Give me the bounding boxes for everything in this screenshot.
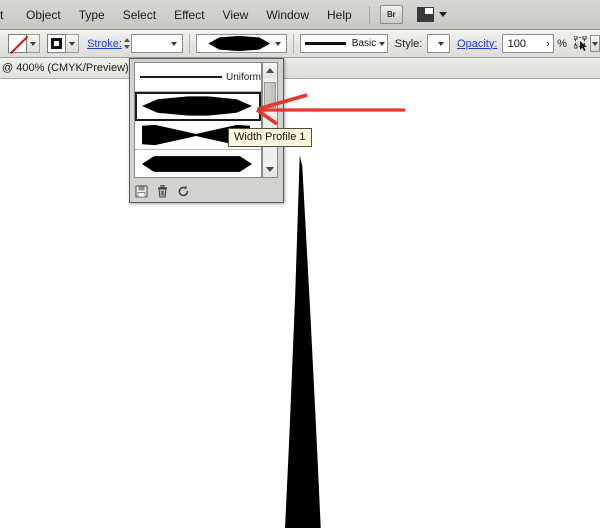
save-disk-icon[interactable]: [135, 185, 148, 198]
chevron-up-icon: [266, 68, 274, 73]
width-profile-label: Uniform: [225, 71, 261, 83]
width-profile-scrollbar[interactable]: [262, 62, 278, 178]
scrollbar-down-button[interactable]: [263, 162, 277, 177]
flat-hex-profile-icon: [142, 156, 252, 172]
control-divider-2: [293, 33, 295, 54]
arrange-documents-button[interactable]: [416, 7, 447, 22]
menu-help[interactable]: Help: [318, 1, 361, 29]
stroke-dropdown-button[interactable]: [65, 34, 79, 53]
chevron-down-icon: [591, 41, 598, 46]
graphic-style-dropdown[interactable]: [426, 34, 450, 53]
scrollbar-thumb[interactable]: [264, 82, 276, 108]
opacity-flyout-arrow[interactable]: ›: [546, 38, 550, 50]
stroke-weight-field[interactable]: [131, 34, 184, 53]
width-profile-row-1[interactable]: [135, 92, 261, 121]
menu-object[interactable]: Object: [17, 1, 70, 29]
menu-select[interactable]: Select: [114, 1, 165, 29]
chevron-down-icon: [378, 41, 385, 46]
stepper-down-icon: [123, 45, 130, 49]
stroke-swatch-inner: [50, 38, 62, 49]
chevron-down-icon: [438, 12, 447, 17]
width-profile-dropdown[interactable]: [196, 34, 288, 53]
chevron-down-icon: [30, 41, 36, 46]
width-profile-row-uniform[interactable]: Uniform: [135, 63, 261, 92]
document-tab-bar: @ 400% (CMYK/Preview) ✕: [0, 58, 600, 79]
opacity-value[interactable]: 100: [503, 38, 547, 50]
stroke-control[interactable]: [46, 34, 79, 53]
stroke-swatch[interactable]: [46, 34, 66, 53]
fill-dropdown-button[interactable]: [27, 34, 40, 53]
opacity-field[interactable]: 100 ›: [501, 34, 554, 53]
chevron-down-icon: [68, 41, 75, 46]
menu-view[interactable]: View: [214, 1, 258, 29]
document-tab-title: @ 400% (CMYK/Preview): [2, 62, 129, 74]
width-profile-preview-icon: [208, 35, 271, 52]
fill-control[interactable]: [8, 34, 40, 53]
control-bar: Stroke: Basic Style: Opacity: 100 › %: [0, 30, 600, 58]
document-tab[interactable]: @ 400% (CMYK/Preview) ✕: [0, 58, 150, 78]
transform-anchor-icon[interactable]: [573, 34, 590, 53]
menu-bar: t Object Type Select Effect View Window …: [0, 0, 600, 30]
graphic-style-dropdown-button[interactable]: [433, 35, 449, 52]
width-profile-panel-footer: [135, 185, 190, 198]
arrange-documents-icon: [416, 7, 434, 22]
width-profile-dropdown-button[interactable]: [270, 35, 286, 52]
fill-swatch[interactable]: [8, 34, 27, 53]
scrollbar-up-button[interactable]: [263, 63, 277, 78]
menu-window[interactable]: Window: [257, 1, 318, 29]
opacity-label[interactable]: Opacity:: [457, 38, 497, 50]
uniform-profile-icon: [140, 76, 222, 78]
brush-definition-dropdown-button[interactable]: [376, 35, 387, 52]
reset-refresh-icon[interactable]: [177, 185, 190, 198]
trash-icon[interactable]: [156, 185, 169, 198]
width-profile-row-3[interactable]: [135, 150, 261, 177]
transform-dropdown-button[interactable]: [589, 35, 600, 52]
scrollbar-track[interactable]: [263, 78, 277, 162]
menu-edit-clipped[interactable]: t: [0, 1, 17, 29]
lens-profile-icon: [142, 96, 252, 116]
brush-definition-value: Basic: [351, 38, 377, 49]
brush-stroke-preview-icon: [305, 42, 346, 45]
style-label: Style:: [394, 37, 423, 50]
bridge-button[interactable]: Br: [379, 5, 403, 24]
stroke-weight-stepper[interactable]: [122, 35, 131, 53]
stroke-weight-dropdown-button[interactable]: [166, 35, 182, 52]
stroke-label[interactable]: Stroke:: [87, 38, 122, 50]
stepper-up-icon: [123, 38, 130, 42]
brush-definition-dropdown[interactable]: Basic: [300, 34, 389, 53]
opacity-unit: %: [557, 37, 567, 50]
chevron-down-icon: [266, 167, 274, 172]
chevron-down-icon: [275, 41, 282, 46]
tapered-blade-path[interactable]: [285, 155, 321, 528]
menu-effect[interactable]: Effect: [165, 1, 213, 29]
chevron-down-icon: [171, 41, 178, 46]
menu-type[interactable]: Type: [70, 1, 114, 29]
control-divider-1: [189, 33, 191, 54]
menubar-divider: [368, 5, 370, 24]
width-profile-tooltip: Width Profile 1: [228, 128, 312, 148]
chevron-down-icon: [437, 41, 444, 46]
width-profile-list[interactable]: Uniform: [134, 62, 262, 178]
